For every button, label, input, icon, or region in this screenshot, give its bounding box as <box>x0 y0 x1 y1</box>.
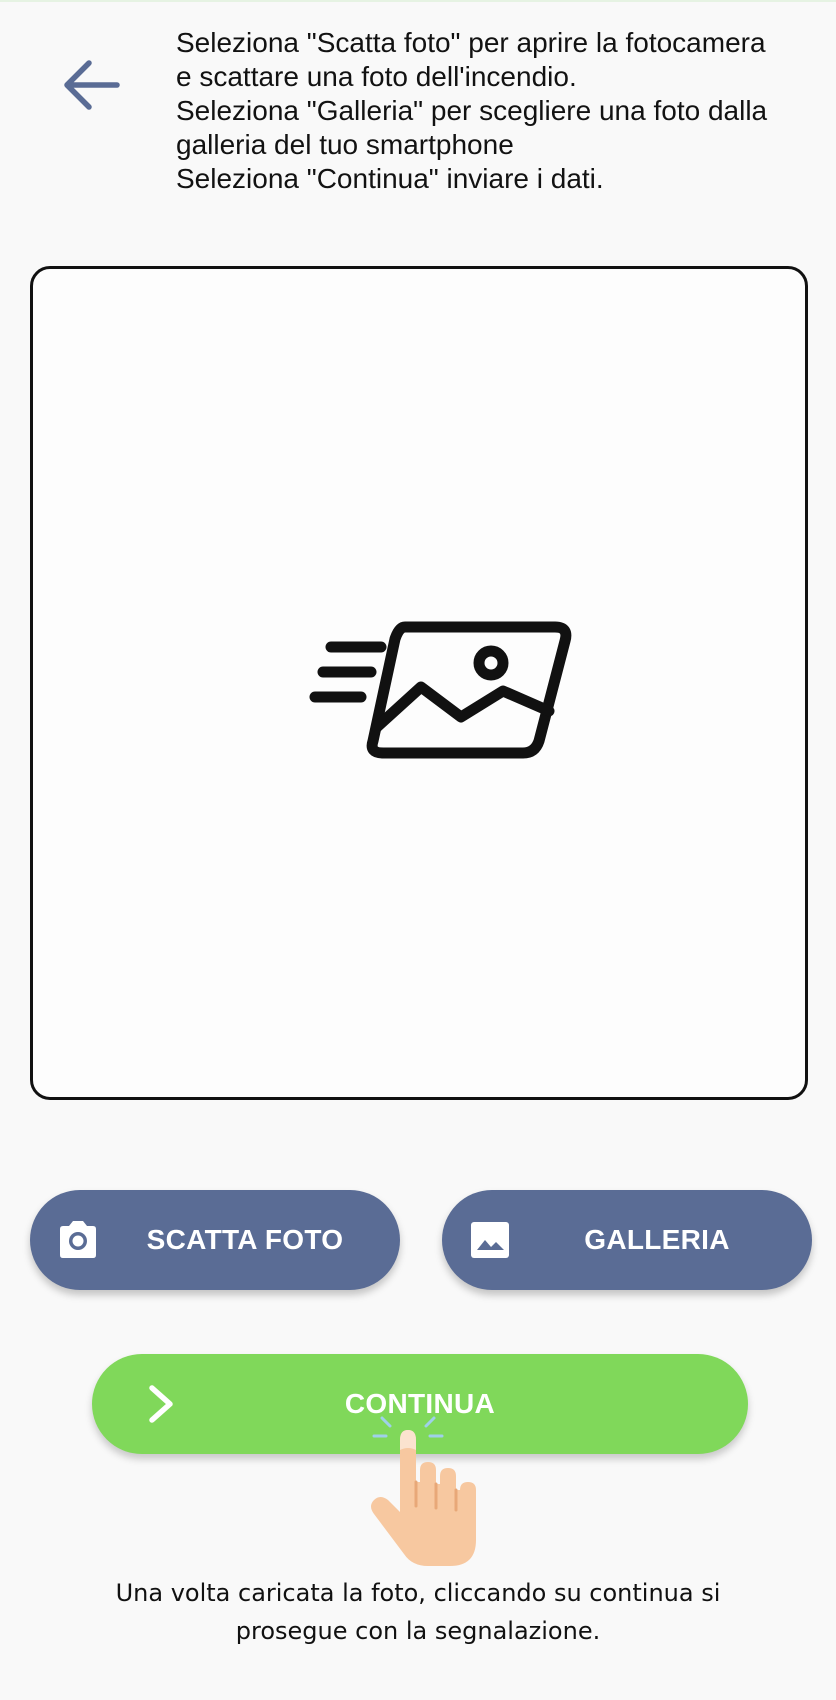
arrow-left-icon <box>64 60 120 110</box>
caption-line: prosegue con la segnalazione. <box>235 1617 601 1645</box>
image-placeholder-icon <box>309 621 572 759</box>
pointing-hand-icon <box>371 1416 476 1566</box>
instruction-line: e scattare una foto dell'incendio. <box>176 61 577 92</box>
instruction-line: galleria del tuo smartphone <box>176 129 514 160</box>
top-divider <box>0 0 836 2</box>
caption-line: Una volta caricata la foto, cliccando su… <box>115 1579 721 1607</box>
instruction-line: Seleziona "Scatta foto" per aprire la fo… <box>176 27 766 58</box>
galleria-label: GALLERIA <box>584 1224 730 1255</box>
scatta-foto-label: SCATTA FOTO <box>146 1224 344 1255</box>
galleria-button[interactable]: GALLERIA <box>442 1190 812 1290</box>
upload-photo-screen: Seleziona "Scatta foto" per aprire la fo… <box>0 0 836 1700</box>
back-button[interactable] <box>55 50 125 120</box>
instruction-line: Seleziona "Galleria" per scegliere una f… <box>176 95 768 126</box>
scatta-foto-button[interactable]: SCATTA FOTO <box>30 1190 400 1290</box>
caption-text: Una volta caricata la foto, cliccando su… <box>0 1574 836 1650</box>
instructions-text: Seleziona "Scatta foto" per aprire la fo… <box>176 26 816 196</box>
instruction-line: Seleziona "Continua" inviare i dati. <box>176 163 604 194</box>
photo-preview-area <box>30 266 808 1100</box>
